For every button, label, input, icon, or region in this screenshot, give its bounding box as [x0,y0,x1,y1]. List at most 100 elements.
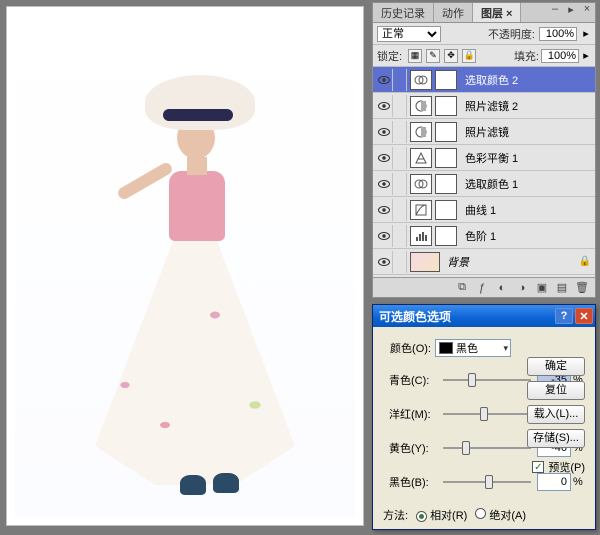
visibility-toggle[interactable] [375,199,393,221]
adjustment-icon[interactable] [410,70,432,90]
visibility-toggle[interactable] [375,95,393,117]
layer-name[interactable]: 选取颜色 1 [461,176,595,192]
layer-row[interactable]: 选取颜色 1 [373,171,595,197]
panel-footer: ⧉ ƒ ◐ ◑ ▣ ▤ 🗑 [373,277,595,297]
visibility-toggle[interactable] [375,251,393,273]
layer-mask[interactable] [435,174,457,194]
adjustment-icon[interactable] [410,174,432,194]
layer-row-background[interactable]: 背景 🔒 [373,249,595,275]
blend-mode-select[interactable]: 正常 [377,26,441,42]
delete-layer-icon[interactable]: 🗑 [575,281,589,295]
link-column[interactable] [393,95,407,117]
visibility-toggle[interactable] [375,121,393,143]
layer-mask[interactable] [435,200,457,220]
link-column[interactable] [393,147,407,169]
dialog-title: 可选颜色选项 [379,308,451,325]
visibility-toggle[interactable] [375,225,393,247]
layer-name[interactable]: 背景 [443,254,579,270]
layer-name[interactable]: 照片滤镜 2 [461,98,595,114]
new-layer-icon[interactable]: ▤ [555,281,569,295]
yellow-slider[interactable] [443,440,531,456]
panel-menu-icon[interactable]: ▸ [563,3,579,22]
layer-name[interactable]: 色阶 1 [461,228,595,244]
fill-field[interactable]: 100% [541,49,579,63]
link-layers-icon[interactable]: ⧉ [455,281,469,295]
layer-row[interactable]: 色彩平衡 1 [373,145,595,171]
visibility-toggle[interactable] [375,173,393,195]
visibility-toggle[interactable] [375,69,393,91]
method-relative-radio[interactable]: 相对(R) [416,507,467,523]
layer-row[interactable]: 色阶 1 [373,223,595,249]
link-column[interactable] [393,225,407,247]
fill-caret-icon[interactable]: ▸ [581,49,591,62]
link-column[interactable] [393,69,407,91]
panel-minimize-icon[interactable]: – [547,3,563,22]
close-button[interactable]: ✕ [575,308,593,324]
cyan-label: 青色(C): [389,372,441,388]
layer-style-icon[interactable]: ƒ [475,281,489,295]
visibility-toggle[interactable] [375,147,393,169]
chevron-down-icon: ▾ [503,343,508,354]
panel-tabs: 历史记录 动作 图层 × – ▸ × [373,3,595,23]
colors-select[interactable]: 黑色 ▾ [435,339,511,357]
lock-transparency-icon[interactable]: ▦ [408,49,422,63]
yellow-label: 黄色(Y): [389,440,441,456]
method-label: 方法: [383,507,408,523]
layer-row[interactable]: 照片滤镜 2 [373,93,595,119]
lock-all-icon[interactable]: 🔒 [462,49,476,63]
cyan-slider[interactable] [443,372,531,388]
adjustment-icon[interactable] [410,96,432,116]
color-swatch-icon [439,342,453,354]
dialog-titlebar[interactable]: 可选颜色选项 ? ✕ [373,305,595,327]
group-icon[interactable]: ▣ [535,281,549,295]
layer-mask[interactable] [435,70,457,90]
method-absolute-radio[interactable]: 绝对(A) [475,507,526,523]
lock-icon: 🔒 [579,256,591,267]
layers-panel: 历史记录 动作 图层 × – ▸ × 正常 不透明度: 100% ▸ 锁定: ▦… [372,2,596,298]
lock-paint-icon[interactable]: ✎ [426,49,440,63]
layer-name[interactable]: 曲线 1 [461,202,595,218]
adjustment-layer-icon[interactable]: ◑ [515,281,529,295]
selective-color-dialog: 可选颜色选项 ? ✕ 颜色(O): 黑色 ▾ 青色(C): -35 % 洋红(M… [372,304,596,530]
layer-name[interactable]: 色彩平衡 1 [461,150,595,166]
tab-layers[interactable]: 图层 × [473,3,521,22]
lock-move-icon[interactable]: ✥ [444,49,458,63]
layer-row[interactable]: 照片滤镜 [373,119,595,145]
colors-label: 颜色(O): [381,340,431,356]
black-slider[interactable] [443,474,531,490]
link-column[interactable] [393,199,407,221]
ok-button[interactable]: 确定 [527,357,585,376]
link-column[interactable] [393,251,407,273]
opacity-field[interactable]: 100% [539,27,577,41]
layer-row[interactable]: 曲线 1 [373,197,595,223]
adjustment-icon[interactable] [410,200,432,220]
magenta-slider[interactable] [443,406,531,422]
adjustment-icon[interactable] [410,148,432,168]
layer-name[interactable]: 照片滤镜 [461,124,595,140]
link-column[interactable] [393,121,407,143]
layer-mask[interactable] [435,122,457,142]
layer-thumbnail[interactable] [410,252,440,272]
layer-name[interactable]: 选取颜色 2 [461,72,595,88]
layer-row[interactable]: 选取颜色 2 [373,67,595,93]
help-button[interactable]: ? [555,308,573,324]
load-button[interactable]: 载入(L)... [527,405,585,424]
layer-mask-icon[interactable]: ◐ [495,281,509,295]
cancel-button[interactable]: 复位 [527,381,585,400]
opacity-caret-icon[interactable]: ▸ [581,27,591,40]
layer-mask[interactable] [435,148,457,168]
document-canvas[interactable] [6,6,364,526]
preview-checkbox[interactable]: ✓ [532,461,544,473]
adjustment-icon[interactable] [410,226,432,246]
black-value[interactable]: 0 [537,473,571,491]
tab-history[interactable]: 历史记录 [373,3,434,22]
link-column[interactable] [393,173,407,195]
layer-mask[interactable] [435,226,457,246]
opacity-label: 不透明度: [488,26,535,42]
fill-label: 填充: [514,48,539,64]
layer-mask[interactable] [435,96,457,116]
tab-actions[interactable]: 动作 [434,3,473,22]
save-button[interactable]: 存储(S)... [527,429,585,448]
panel-close-icon[interactable]: × [579,3,595,22]
adjustment-icon[interactable] [410,122,432,142]
